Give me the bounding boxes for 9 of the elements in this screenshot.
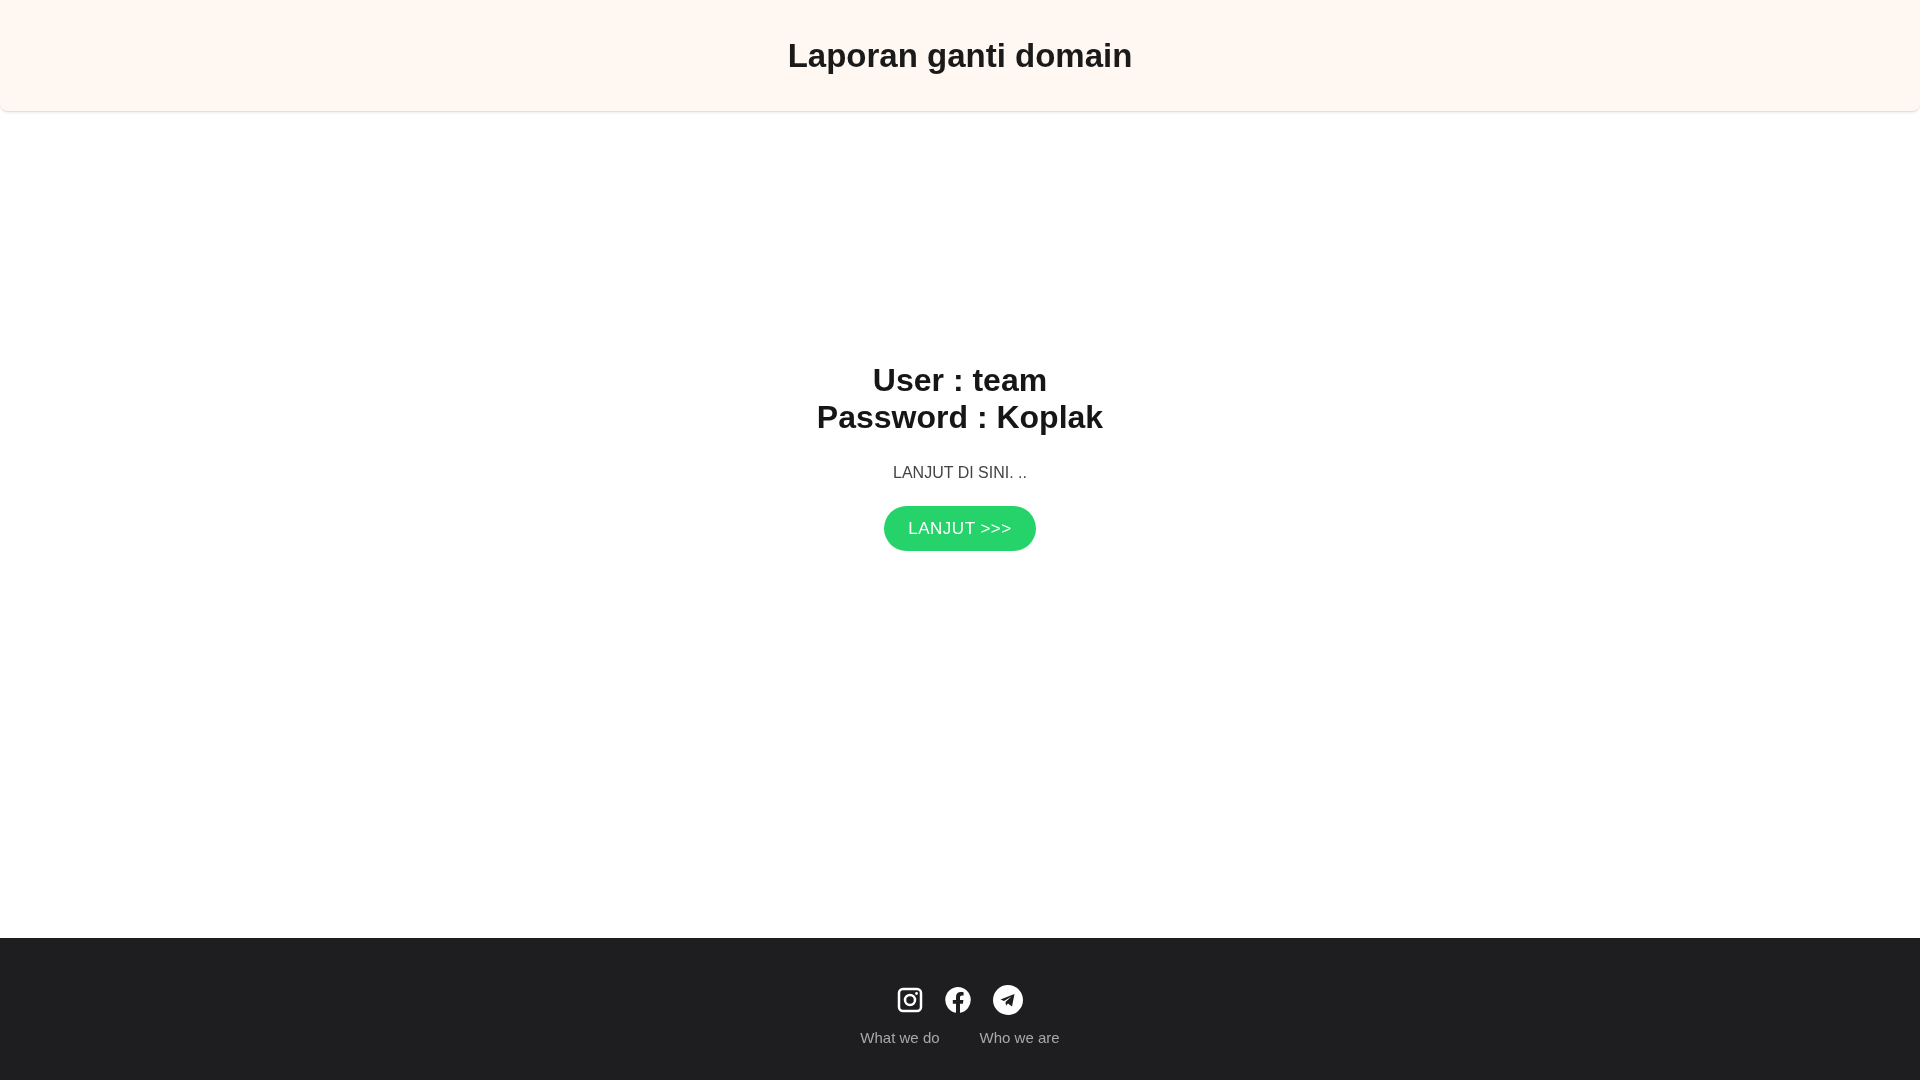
instruction-text: LANJUT DI SINI. .. [893,464,1027,482]
footer-link[interactable]: Who we are [979,1029,1060,1046]
credential-line: User : team [872,362,1048,399]
instagram-icon[interactable] [897,987,923,1013]
footer-link[interactable]: What we do [860,1029,940,1046]
telegram-icon[interactable] [993,985,1023,1015]
credential-line: Password : Koplak [816,399,1104,436]
page-title: Laporan ganti domain [787,36,1133,75]
facebook-icon[interactable] [945,987,971,1013]
